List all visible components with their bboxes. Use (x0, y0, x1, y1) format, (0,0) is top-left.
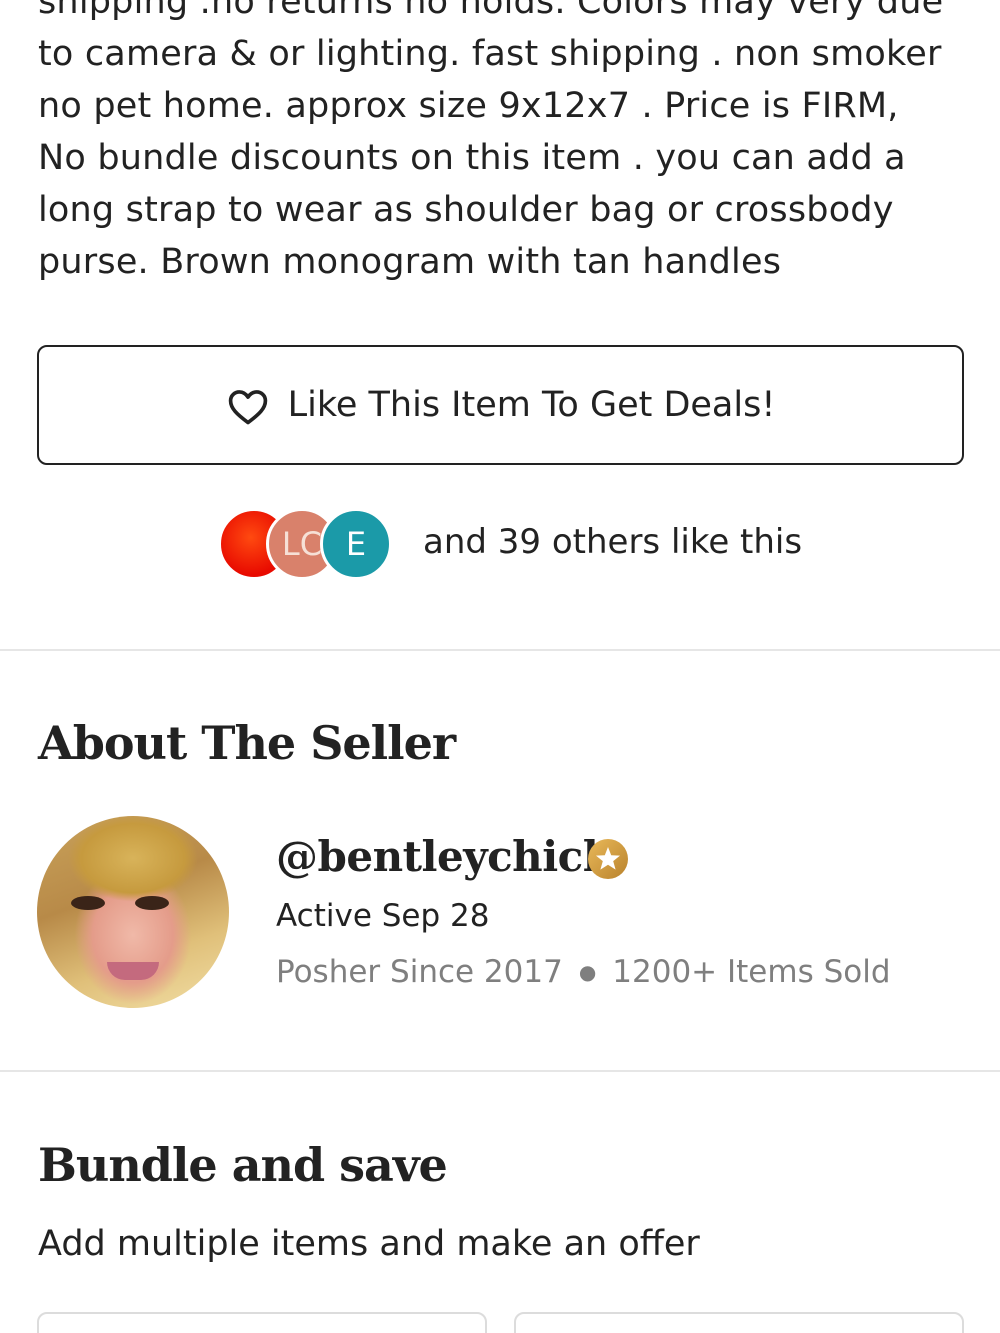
description-line: no pet home. approx size 9x12x7 . Price … (38, 86, 899, 126)
bundle-item-card[interactable] (514, 1312, 964, 1333)
liker-avatar-stack[interactable]: LC E (218, 508, 398, 582)
seller-avatar[interactable] (37, 816, 229, 1008)
about-seller-title: About The Seller (38, 716, 456, 770)
separator-dot: ● (578, 960, 597, 984)
description-line: long strap to wear as shoulder bag or cr… (38, 190, 894, 230)
liker-avatar[interactable]: E (320, 508, 392, 580)
heart-outline-icon (228, 390, 267, 425)
description-line: to camera & or lighting. fast shipping .… (38, 34, 942, 74)
item-description: shipping .no returns no holds. Colors ma… (38, 0, 968, 288)
section-divider (0, 649, 1000, 651)
posher-since: Posher Since 2017 (276, 954, 563, 990)
bundle-item-card[interactable] (37, 1312, 487, 1333)
section-divider (0, 1070, 1000, 1072)
items-sold: 1200+ Items Sold (612, 954, 891, 990)
like-item-button[interactable]: Like This Item To Get Deals! (37, 345, 964, 465)
like-button-label: Like This Item To Get Deals! (287, 385, 776, 425)
seller-meta: Posher Since 2017 ● 1200+ Items Sold (276, 954, 891, 990)
seller-active-status: Active Sep 28 (276, 898, 490, 934)
likers-count-text[interactable]: and 39 others like this (423, 522, 802, 562)
seller-username[interactable]: @bentleychick (276, 832, 612, 881)
description-line: No bundle discounts on this item . you c… (38, 138, 906, 178)
description-line: purse. Brown monogram with tan handles (38, 242, 782, 282)
avatar-mouth (107, 962, 159, 980)
avatar-eye (71, 896, 105, 910)
ambassador-star-icon (588, 839, 628, 879)
bundle-title: Bundle and save (38, 1138, 448, 1192)
description-line: shipping .no returns no holds. Colors ma… (38, 0, 944, 22)
likers-row[interactable]: LC E and 39 others like this (218, 508, 918, 582)
listing-page: shipping .no returns no holds. Colors ma… (0, 0, 1000, 1333)
bundle-subtitle: Add multiple items and make an offer (38, 1224, 700, 1264)
avatar-eye (135, 896, 169, 910)
